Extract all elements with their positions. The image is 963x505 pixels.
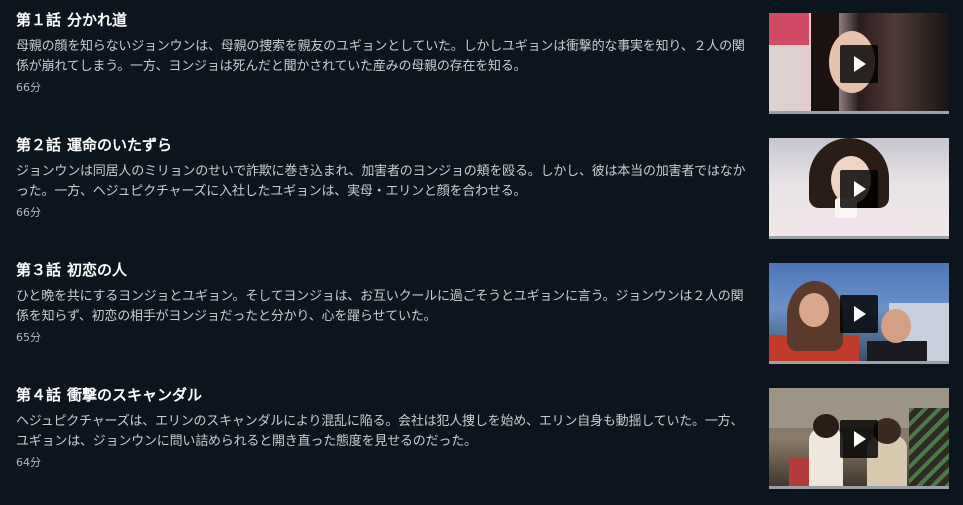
episode-item[interactable]: 第４話 衝撃のスキャンダル ヘジュピクチャーズは、エリンのスキャンダルにより混乱に… [0, 375, 963, 489]
thumbnail-progress-bar [769, 236, 949, 239]
episode-info: 第２話 運命のいたずら ジョンウンは同居人のミリョンのせいで詐欺に巻き込まれ、加害… [16, 135, 751, 221]
episode-duration: 65分 [16, 331, 41, 344]
episode-number: 第１話 [16, 11, 62, 29]
episode-title[interactable]: 第４話 衝撃のスキャンダル [16, 385, 751, 405]
episode-duration: 66分 [16, 81, 41, 94]
episode-description: ひと晩を共にするヨンジョとユギョン。そしてヨンジョは、お互いクールに過ごそうとユ… [16, 289, 744, 324]
episode-thumbnail[interactable] [769, 263, 949, 364]
episode-title[interactable]: 第２話 運命のいたずら [16, 135, 751, 155]
episode-list: 第１話 分かれ道 母親の顔を知らないジョンウンは、母親の捜索を親友のユギョンとして… [0, 0, 963, 505]
episode-description: ジョンウンは同居人のミリョンのせいで詐欺に巻き込まれ、加害者のヨンジョの頬を殴る… [16, 164, 746, 199]
episode-item[interactable]: 第３話 初恋の人 ひと晩を共にするヨンジョとユギョン。そしてヨンジョは、お互いクー… [0, 250, 963, 364]
play-icon[interactable] [840, 420, 878, 458]
play-icon[interactable] [840, 170, 878, 208]
episode-number: 第３話 [16, 261, 62, 279]
episode-title[interactable]: 第３話 初恋の人 [16, 260, 751, 280]
episode-title-text: 初恋の人 [67, 261, 128, 279]
episode-number: 第４話 [16, 386, 62, 404]
episode-description: 母親の顔を知らないジョンウンは、母親の捜索を親友のユギョンとしていた。しかしユギ… [16, 39, 745, 74]
episode-info: 第３話 初恋の人 ひと晩を共にするヨンジョとユギョン。そしてヨンジョは、お互いクー… [16, 260, 751, 346]
episode-description: ヘジュピクチャーズは、エリンのスキャンダルにより混乱に陥る。会社は犯人捜しを始め… [16, 414, 744, 449]
episode-info: 第１話 分かれ道 母親の顔を知らないジョンウンは、母親の捜索を親友のユギョンとして… [16, 10, 751, 96]
episode-title-text: 分かれ道 [67, 11, 128, 29]
episode-item[interactable]: 第２話 運命のいたずら ジョンウンは同居人のミリョンのせいで詐欺に巻き込まれ、加害… [0, 125, 963, 239]
episode-title[interactable]: 第１話 分かれ道 [16, 10, 751, 30]
play-icon[interactable] [840, 45, 878, 83]
episode-duration: 66分 [16, 206, 41, 219]
episode-thumbnail[interactable] [769, 13, 949, 114]
play-icon[interactable] [840, 295, 878, 333]
episode-item[interactable]: 第１話 分かれ道 母親の顔を知らないジョンウンは、母親の捜索を親友のユギョンとして… [0, 0, 963, 114]
episode-title-text: 衝撃のスキャンダル [67, 386, 203, 404]
episode-thumbnail[interactable] [769, 138, 949, 239]
episode-thumbnail[interactable] [769, 388, 949, 489]
episode-info: 第４話 衝撃のスキャンダル ヘジュピクチャーズは、エリンのスキャンダルにより混乱に… [16, 385, 751, 471]
episode-title-text: 運命のいたずら [67, 136, 173, 154]
episode-number: 第２話 [16, 136, 62, 154]
thumbnail-progress-bar [769, 111, 949, 114]
episode-duration: 64分 [16, 456, 41, 469]
thumbnail-progress-bar [769, 486, 949, 489]
thumbnail-progress-bar [769, 361, 949, 364]
